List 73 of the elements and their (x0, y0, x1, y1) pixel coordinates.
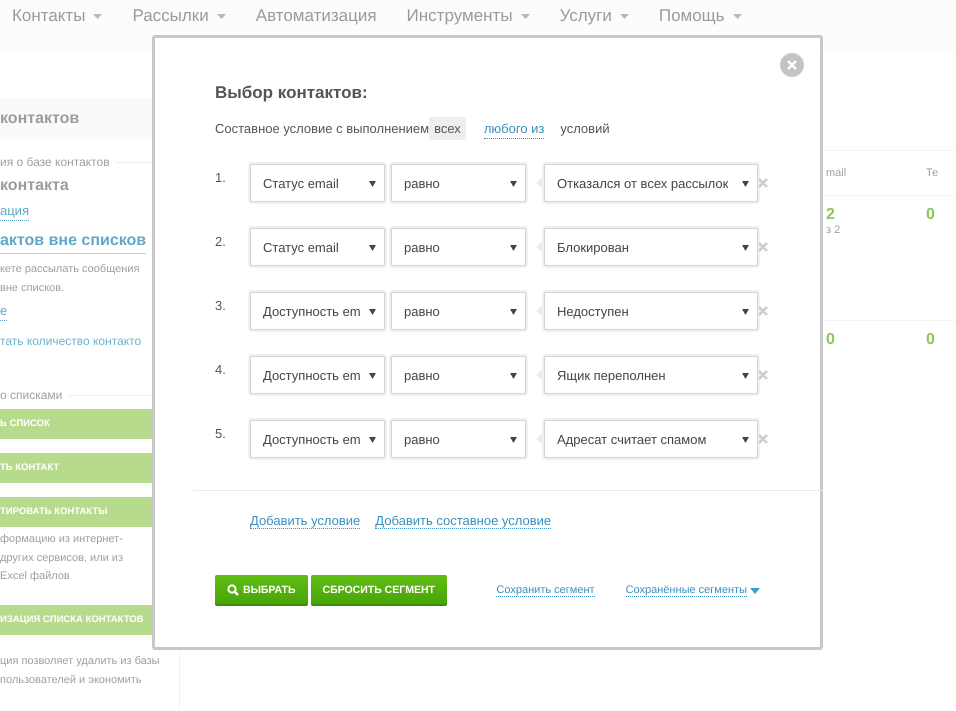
caret-icon[interactable] (742, 244, 749, 250)
sidebar-title: контакта (0, 176, 70, 196)
nav-menu-item[interactable]: Рассылки (132, 6, 209, 26)
column-header: Те (926, 167, 940, 179)
table-cell: 0 (826, 331, 835, 349)
field-select[interactable]: Статус email (250, 228, 385, 266)
value-select[interactable]: Недоступен (544, 292, 758, 330)
section-title: о списками (0, 387, 62, 404)
sidebar-link[interactable]: е (0, 302, 8, 321)
table-cell: 0 (926, 331, 935, 349)
nav-menu-item[interactable]: Помощь (658, 6, 725, 26)
caret-icon[interactable] (510, 436, 517, 442)
caret-icon[interactable] (510, 372, 517, 378)
sidebar-text: пользователей и экономить (0, 673, 143, 688)
nav-menu-item[interactable]: Контакты (12, 6, 86, 26)
caret-icon[interactable] (510, 308, 517, 314)
sidebar-text: ция позволяет удалить из базы (0, 654, 161, 669)
field-select[interactable]: Доступность em (250, 292, 385, 330)
condition-number: 3. (215, 298, 227, 313)
condition-number: 1. (215, 170, 227, 185)
caret-icon[interactable] (369, 308, 376, 314)
condition-number: 4. (215, 362, 227, 377)
column-header: mail (826, 167, 848, 179)
mode-toggle[interactable]: любого из (484, 118, 544, 138)
condition-number: 5. (215, 426, 227, 441)
sidebar-text: других сервисов, или из (0, 551, 124, 566)
field-select[interactable]: Статус email (250, 164, 385, 202)
mode-toggle[interactable]: всех (429, 117, 466, 140)
sidebar-link[interactable]: ация (0, 202, 29, 221)
caret-icon[interactable] (510, 180, 517, 186)
segment-link[interactable]: Сохранённые сегменты (626, 584, 747, 597)
operator-select[interactable]: равно (391, 292, 526, 330)
search-icon (227, 584, 239, 596)
nav-menu-item[interactable]: Автоматизация (256, 6, 377, 26)
caret-icon[interactable] (742, 372, 749, 378)
value-select[interactable]: Блокирован (544, 228, 758, 266)
section-title: ия о базе контактов (0, 154, 110, 171)
segment-link[interactable]: Сохранить сегмент (496, 584, 595, 597)
nav-menu-item[interactable]: Услуги (560, 6, 612, 26)
table-cell: 0 (926, 206, 935, 224)
operator-select[interactable]: равно (391, 356, 526, 394)
select-button[interactable]: ВЫБРАТЬ (215, 575, 308, 606)
operator-select[interactable]: равно (391, 164, 526, 202)
table-cell: 2 (826, 206, 835, 224)
condition-number: 2. (215, 234, 227, 249)
reset-button[interactable]: СБРОСИТЬ СЕГМЕНТ (310, 575, 447, 606)
sidebar-text: кете рассылать сообщения (0, 262, 140, 277)
caret-icon[interactable] (742, 308, 749, 314)
operator-select[interactable]: равно (391, 228, 526, 266)
condition-label: Составное условие с выполнением (215, 121, 430, 136)
caret-icon[interactable] (369, 372, 376, 378)
caret-icon[interactable] (510, 244, 517, 250)
caret-icon[interactable] (369, 244, 376, 250)
sidebar-link[interactable]: актов вне списков (0, 229, 146, 254)
value-select[interactable]: Отказался от всех рассылок (544, 164, 758, 202)
value-select[interactable]: Ящик переполнен (544, 356, 758, 394)
sidebar-text: формацию из интернет- (0, 532, 124, 547)
nav-menu-item[interactable]: Инструменты (406, 6, 513, 26)
add-condition-link[interactable]: Добавить условие (250, 513, 360, 529)
sidebar-text: вне списков. (0, 281, 66, 296)
field-select[interactable]: Доступность em (250, 356, 385, 394)
add-condition-link[interactable]: Добавить составное условие (375, 513, 552, 529)
caret-icon[interactable] (742, 180, 749, 186)
caret-icon[interactable] (369, 436, 376, 442)
operator-select[interactable]: равно (391, 420, 526, 458)
caret-icon[interactable] (742, 436, 749, 442)
field-select[interactable]: Доступность em (250, 420, 385, 458)
condition-label: условий (560, 121, 610, 136)
sidebar-text: Excel файлов (0, 569, 71, 584)
dialog-title: Выбор контактов: (215, 83, 369, 103)
caret-icon[interactable] (369, 180, 376, 186)
table-cell: з 2 (826, 224, 840, 236)
value-select[interactable]: Адресат считает спамом (544, 420, 758, 458)
